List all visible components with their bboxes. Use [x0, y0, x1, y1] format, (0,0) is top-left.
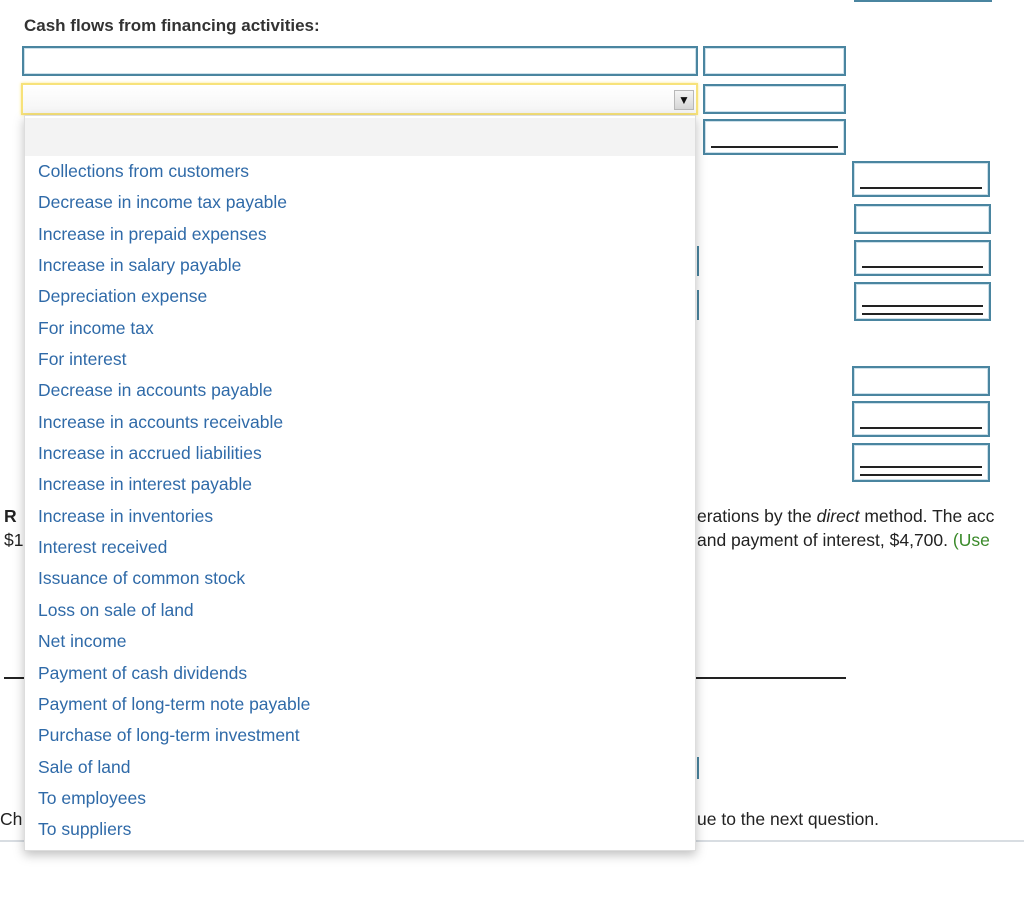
description-select-2[interactable]: ▼	[21, 83, 698, 115]
dropdown-option[interactable]: Loss on sale of land	[25, 595, 695, 626]
dropdown-option[interactable]: Increase in prepaid expenses	[25, 219, 695, 250]
dropdown-option[interactable]: Increase in salary payable	[25, 250, 695, 281]
footer-fragment-left: Ch	[0, 809, 23, 829]
dropdown-option[interactable]: Decrease in accounts payable	[25, 375, 695, 406]
description-input-1[interactable]	[22, 46, 698, 76]
question-fragment-dollar: $1	[4, 530, 24, 550]
dropdown-option[interactable]: Issuance of common stock	[25, 563, 695, 594]
dropdown-option[interactable]: Depreciation expense	[25, 281, 695, 312]
line2-main: and payment of interest, $4,700.	[697, 530, 953, 550]
total-input-7[interactable]	[852, 443, 990, 482]
underline	[711, 146, 838, 148]
dropdown-option[interactable]: Purchase of long-term investment	[25, 720, 695, 751]
question-text-line-1: erations by the direct method. The acc	[697, 506, 994, 527]
line1-italic: direct	[816, 506, 860, 526]
section-heading: Cash flows from financing activities:	[24, 16, 320, 35]
underline	[860, 427, 982, 429]
chevron-down-icon[interactable]: ▼	[674, 90, 694, 110]
total-input-1[interactable]	[852, 161, 990, 197]
amount-input-2[interactable]	[703, 84, 846, 114]
dropdown-list[interactable]: Collections from customers Decrease in in…	[24, 115, 696, 851]
dropdown-option[interactable]: Increase in inventories	[25, 501, 695, 532]
total-input-2[interactable]	[854, 204, 991, 234]
input-edge	[697, 246, 699, 276]
double-underline	[862, 305, 983, 315]
dropdown-option[interactable]: Sale of land	[25, 752, 695, 783]
dropdown-option[interactable]: For interest	[25, 344, 695, 375]
partial-input-edge	[854, 0, 992, 2]
dropdown-option[interactable]: Increase in interest payable	[25, 469, 695, 500]
question-text-line-2: and payment of interest, $4,700. (Use	[697, 530, 990, 551]
total-input-5[interactable]	[852, 366, 990, 396]
dropdown-option[interactable]: For income tax	[25, 313, 695, 344]
input-edge	[697, 290, 699, 320]
dropdown-option[interactable]: To employees	[25, 783, 695, 814]
dropdown-option[interactable]: Increase in accounts receivable	[25, 407, 695, 438]
dropdown-options: Collections from customers Decrease in in…	[25, 156, 695, 846]
help-link[interactable]: (Use	[953, 530, 990, 550]
line1-part1: erations by the	[697, 506, 817, 526]
underline	[860, 187, 982, 189]
question-fragment-bold: R	[4, 506, 17, 526]
dropdown-option[interactable]: Interest received	[25, 532, 695, 563]
amount-input-1[interactable]	[703, 46, 846, 76]
dropdown-option[interactable]: Decrease in income tax payable	[25, 187, 695, 218]
dropdown-option[interactable]: Increase in accrued liabilities	[25, 438, 695, 469]
amount-input-3[interactable]	[703, 119, 846, 155]
line1-part2: method. The acc	[859, 506, 995, 526]
total-input-3[interactable]	[854, 240, 991, 276]
total-input-4[interactable]	[854, 282, 991, 321]
total-input-6[interactable]	[852, 401, 990, 437]
dropdown-option[interactable]: Net income	[25, 626, 695, 657]
footer-instruction: ue to the next question.	[697, 809, 879, 829]
input-edge	[697, 757, 699, 779]
dropdown-option-blank[interactable]	[25, 118, 695, 156]
double-underline	[860, 466, 982, 476]
underline	[862, 266, 983, 268]
dropdown-option[interactable]: Payment of long-term note payable	[25, 689, 695, 720]
dropdown-option[interactable]: Payment of cash dividends	[25, 658, 695, 689]
dropdown-option[interactable]: Collections from customers	[25, 156, 695, 187]
dropdown-option[interactable]: To suppliers	[25, 814, 695, 845]
